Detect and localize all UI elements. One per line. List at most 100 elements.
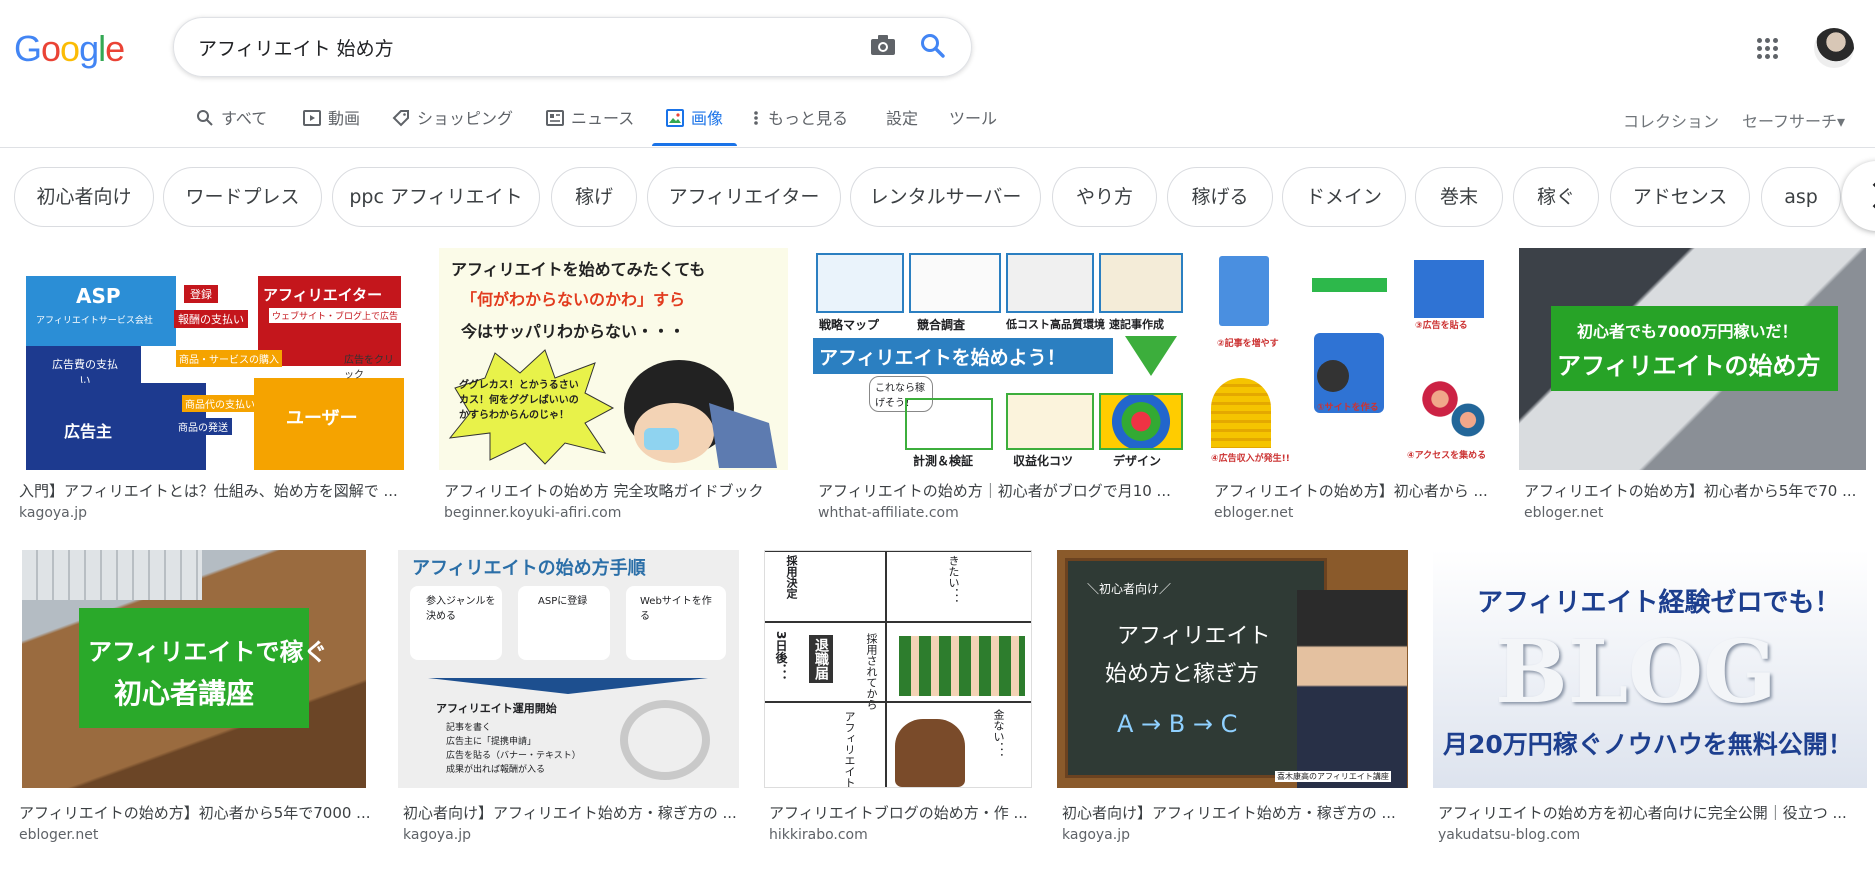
result-site[interactable]: kagoya.jp	[19, 505, 87, 521]
tab-shopping[interactable]: ショッピング	[392, 105, 513, 147]
image-result[interactable]: アフィリエイトの始め方手順 参入ジャンルを決める ASPに登録 Webサイトを作…	[398, 550, 739, 850]
chip[interactable]: 巻末	[1415, 167, 1503, 227]
chip[interactable]: アドセンス	[1610, 167, 1750, 227]
panel	[1006, 253, 1094, 313]
tab-label: もっと見る	[768, 109, 849, 128]
image-result[interactable]: 戦略マップ 競合調査 低コスト高品質環境 速記事作成 アフィリエイトを始めよう！…	[813, 248, 1185, 532]
tab-settings[interactable]: 設定	[886, 105, 918, 147]
result-site[interactable]: ebloger.net	[1214, 505, 1293, 521]
collections-link[interactable]: コレクション	[1623, 108, 1719, 132]
result-thumbnail[interactable]: アフィリエイトで稼ぐ 初心者講座	[22, 550, 366, 788]
wordpress-icon	[1317, 360, 1349, 392]
chip[interactable]: 稼げる	[1167, 167, 1273, 227]
chip[interactable]: アフィリエイター	[647, 167, 841, 227]
result-title[interactable]: アフィリエイトの始め方を初心者向けに完全公開｜役立つ ...	[1438, 802, 1853, 823]
result-site[interactable]: kagoya.jp	[1062, 827, 1130, 843]
diagram-label: アフィリエイター	[263, 286, 383, 304]
result-thumbnail[interactable]: ＼初心者向け／ アフィリエイト 始め方と稼ぎ方 A → B → C 喜木康高のア…	[1057, 550, 1408, 788]
image-caption: アフィリエイトを始めてみたくても	[451, 260, 706, 279]
camera-icon[interactable]	[870, 34, 896, 56]
result-title[interactable]: アフィリエイトブログの始め方・作 ...	[769, 802, 1031, 823]
more-vert-icon	[753, 109, 761, 127]
image-caption: きたい．．．	[947, 555, 960, 610]
tab-label: 動画	[328, 109, 361, 128]
chip[interactable]: 稼ぐ	[1513, 167, 1599, 227]
chip[interactable]: 稼げ	[551, 167, 637, 227]
tab-news[interactable]: ニュース	[546, 105, 634, 147]
logo-letter: o	[60, 28, 80, 69]
image-result[interactable]: 採用決定 きたい．．． 3日後．．． 退職届 採用されてから アフィリエイト始め…	[764, 550, 1032, 850]
tab-label: ツール	[949, 109, 998, 128]
search-box[interactable]: アフィリエイト 始め方	[173, 17, 972, 77]
image-caption: 速記事作成	[1109, 318, 1164, 331]
person-photo	[1297, 590, 1407, 788]
image-result[interactable]: 初心者でも7000万円稼いだ！ アフィリエイトの始め方 アフィリエイトの始め方】…	[1519, 248, 1866, 532]
related-search-chips: 初心者向け ワードプレス ppc アフィリエイト 稼げ アフィリエイター レンタ…	[0, 167, 1875, 229]
chip[interactable]: やり方	[1052, 167, 1157, 227]
image-caption: アフィリエイトで稼ぐ	[88, 638, 328, 666]
tab-more[interactable]: もっと見る	[753, 105, 848, 147]
apps-grid-icon[interactable]	[1757, 38, 1779, 60]
image-result[interactable]: アフィリエイトで稼ぐ 初心者講座 アフィリエイトの始め方】初心者から5年で700…	[14, 550, 373, 850]
result-title[interactable]: アフィリエイトの始め方】初心者から5年で70 ...	[1524, 480, 1864, 501]
result-title[interactable]: アフィリエイトの始め方 完全攻略ガイドブック	[444, 480, 784, 501]
result-thumbnail[interactable]: ②記事を増やす ③広告を貼る ①サイトを作る ④アクセスを集める ④広告収入が発…	[1209, 248, 1495, 470]
result-title[interactable]: 入門】アフィリエイトとは？仕組み、始め方を図解で ...	[19, 480, 414, 501]
image-result[interactable]: アフィリエイト経験ゼロでも！ BLOG 月20万円稼ぐノウハウを無料公開！ アフ…	[1433, 550, 1867, 850]
result-thumbnail[interactable]: 初心者でも7000万円稼いだ！ アフィリエイトの始め方	[1519, 248, 1866, 470]
result-site[interactable]: kagoya.jp	[403, 827, 471, 843]
image-result[interactable]: ②記事を増やす ③広告を貼る ①サイトを作る ④アクセスを集める ④広告収入が発…	[1209, 248, 1495, 532]
safesearch-toggle[interactable]: セーフサーチ▾	[1742, 108, 1845, 132]
image-caption: ＼初心者向け／	[1087, 582, 1172, 596]
result-site[interactable]: ebloger.net	[19, 827, 98, 843]
logo-letter: e	[105, 28, 125, 69]
logo-letter: o	[41, 28, 61, 69]
tab-all[interactable]: すべて	[196, 105, 267, 147]
result-site[interactable]: yakudatsu-blog.com	[1438, 827, 1580, 843]
tab-images[interactable]: 画像	[651, 105, 738, 147]
image-result[interactable]: ＼初心者向け／ アフィリエイト 始め方と稼ぎ方 A → B → C 喜木康高のア…	[1057, 550, 1408, 850]
chip[interactable]: レンタルサーバー	[850, 167, 1041, 227]
image-caption: 戦略マップ	[819, 318, 880, 332]
tab-label: すべて	[221, 109, 268, 128]
diagram-label: 広告をクリック	[344, 355, 394, 381]
result-site[interactable]: beginner.koyuki-afiri.com	[444, 505, 621, 521]
result-thumbnail[interactable]: アフィリエイト経験ゼロでも！ BLOG 月20万円稼ぐノウハウを無料公開！	[1433, 550, 1867, 788]
chip[interactable]: ワードプレス	[163, 167, 322, 227]
image-caption: 金ない．．．	[992, 709, 1005, 764]
chip[interactable]: ppc アフィリエイト	[332, 167, 540, 227]
avatar[interactable]	[1814, 28, 1854, 68]
google-logo[interactable]: Google	[14, 28, 125, 70]
result-thumbnail[interactable]: 戦略マップ 競合調査 低コスト高品質環境 速記事作成 アフィリエイトを始めよう！…	[813, 248, 1185, 470]
cycle-icon	[620, 700, 710, 780]
panel	[816, 253, 904, 313]
image-result[interactable]: アフィリエイトを始めてみたくても 「何がわからないのかわ」すら 今はサッパリわか…	[439, 248, 788, 532]
result-thumbnail[interactable]: 採用決定 きたい．．． 3日後．．． 退職届 採用されてから アフィリエイト始め…	[764, 550, 1032, 788]
result-title[interactable]: 初心者向け】アフィリエイト始め方・稼ぎ方の ...	[1062, 802, 1407, 823]
header: Google アフィリエイト 始め方 すべて 動画 ショッピング ニュース 画像	[0, 0, 1875, 148]
search-icon[interactable]	[920, 33, 946, 59]
result-title[interactable]: アフィリエイトの始め方｜初心者がブログで月10 ...	[818, 480, 1183, 501]
result-thumbnail[interactable]: ASP アフィリエイトサービス会社 アフィリエイター ウェブサイト・ブログ上で広…	[14, 248, 414, 470]
image-caption: ④アクセスを集める	[1407, 451, 1487, 461]
image-result[interactable]: ASP アフィリエイトサービス会社 アフィリエイター ウェブサイト・ブログ上で広…	[14, 248, 414, 532]
chip[interactable]: ドメイン	[1282, 167, 1406, 227]
down-arrow	[1125, 336, 1177, 376]
result-thumbnail[interactable]: アフィリエイトの始め方手順 参入ジャンルを決める ASPに登録 Webサイトを作…	[398, 550, 739, 788]
result-site[interactable]: whthat-affiliate.com	[818, 505, 959, 521]
result-title[interactable]: アフィリエイトの始め方】初心者から ...	[1214, 480, 1494, 501]
result-title[interactable]: アフィリエイトの始め方】初心者から5年で7000 ...	[19, 802, 371, 823]
logo-letter: g	[79, 28, 99, 69]
tab-tools[interactable]: ツール	[949, 105, 997, 147]
result-site[interactable]: hikkirabo.com	[769, 827, 868, 843]
chip[interactable]: 初心者向け	[14, 167, 154, 227]
tab-videos[interactable]: 動画	[303, 105, 360, 147]
result-title[interactable]: 初心者向け】アフィリエイト始め方・稼ぎ方の ...	[403, 802, 738, 823]
image-caption: アフィリエイト経験ゼロでも！	[1477, 588, 1841, 618]
image-caption: 記事を書く	[446, 723, 492, 733]
chip[interactable]: asp	[1761, 167, 1841, 227]
search-icon	[196, 109, 214, 127]
result-site[interactable]: ebloger.net	[1524, 505, 1603, 521]
search-input[interactable]: アフィリエイト 始め方	[198, 34, 394, 61]
result-thumbnail[interactable]: アフィリエイトを始めてみたくても 「何がわからないのかわ」すら 今はサッパリわか…	[439, 248, 788, 470]
